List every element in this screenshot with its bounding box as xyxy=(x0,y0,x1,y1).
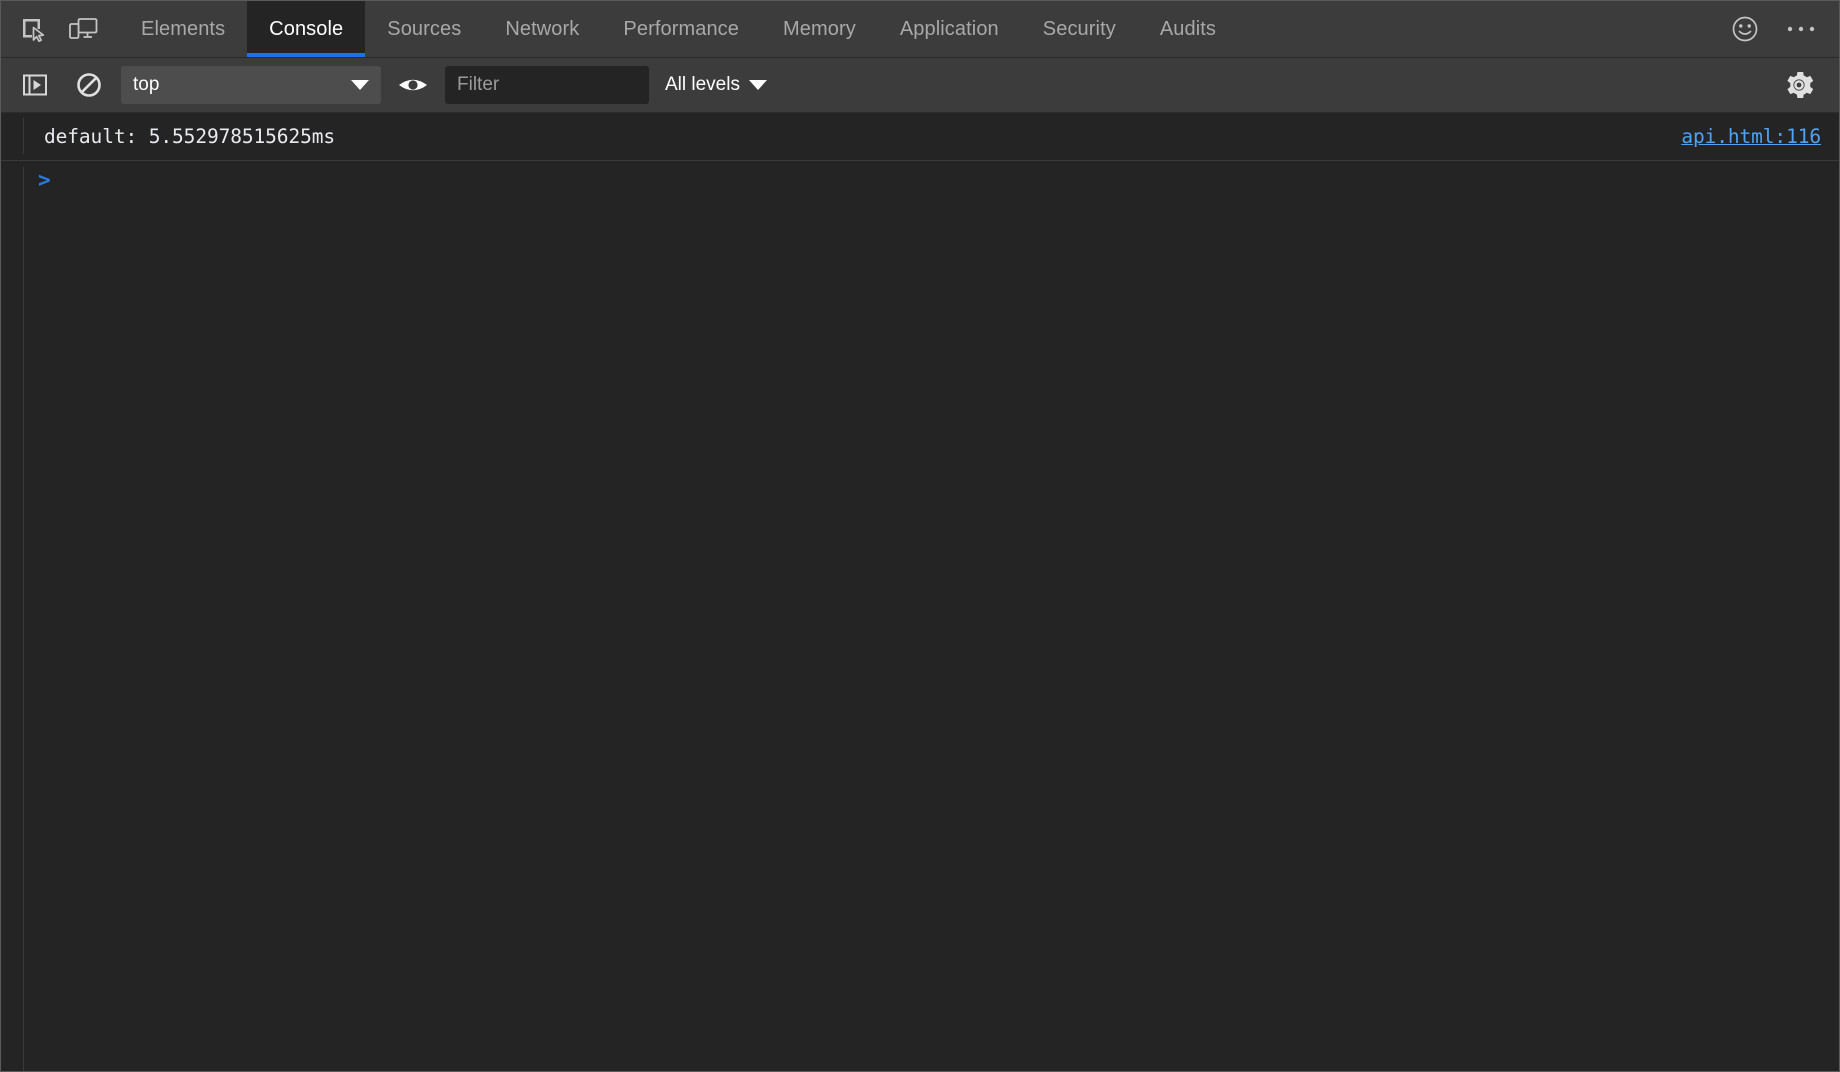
tab-label: Elements xyxy=(141,17,226,40)
tabbar-tool-icons xyxy=(1,1,105,57)
tab-label: Memory xyxy=(783,17,856,40)
tab-label: Sources xyxy=(387,17,462,40)
log-levels-dropdown[interactable]: All levels xyxy=(659,74,773,96)
tab-memory[interactable]: Memory xyxy=(761,1,878,57)
filter-input[interactable] xyxy=(445,66,649,104)
console-empty-area xyxy=(1,205,1839,1071)
tab-audits[interactable]: Audits xyxy=(1138,1,1238,57)
message-gutter xyxy=(1,118,24,154)
chevron-down-icon xyxy=(748,80,767,90)
devtools-window: Elements Console Sources Network Perform… xyxy=(0,0,1840,1072)
device-toolbar-icon[interactable] xyxy=(61,9,105,49)
tab-console[interactable]: Console xyxy=(247,1,366,57)
clear-console-icon[interactable] xyxy=(67,65,111,105)
gear-icon[interactable] xyxy=(1777,65,1821,105)
tab-application[interactable]: Application xyxy=(878,1,1021,57)
tab-sources[interactable]: Sources xyxy=(365,1,483,57)
console-message-source-link[interactable]: api.html:116 xyxy=(1681,125,1839,148)
console-body: default: 5.552978515625ms api.html:116 > xyxy=(1,113,1839,1071)
console-sidebar-toggle-icon[interactable] xyxy=(13,65,57,105)
tab-label: Application xyxy=(899,17,999,40)
prompt-gutter xyxy=(1,167,24,205)
console-prompt-row[interactable]: > xyxy=(1,161,1839,205)
tab-label: Audits xyxy=(1159,17,1217,40)
chevron-down-icon xyxy=(351,80,369,90)
console-gutter-strip xyxy=(1,205,24,1071)
execution-context-select[interactable]: top xyxy=(121,66,381,104)
tab-label: Performance xyxy=(623,17,739,40)
console-toolbar-right xyxy=(1777,65,1827,105)
tab-performance[interactable]: Performance xyxy=(601,1,761,57)
tab-label: Security xyxy=(1042,17,1116,40)
inspect-element-icon[interactable] xyxy=(11,9,55,49)
more-options-icon[interactable] xyxy=(1779,9,1823,49)
prompt-chevron-icon: > xyxy=(38,168,51,192)
execution-context-value: top xyxy=(133,74,160,95)
smiley-face-icon[interactable] xyxy=(1723,9,1767,49)
tab-label: Network xyxy=(505,17,580,40)
live-expression-eye-icon[interactable] xyxy=(391,65,435,105)
tab-label: Console xyxy=(269,17,344,40)
tabbar-tabs: Elements Console Sources Network Perform… xyxy=(119,1,1238,57)
log-levels-label: All levels xyxy=(665,74,740,95)
console-message-text: default: 5.552978515625ms xyxy=(44,124,335,148)
tab-network[interactable]: Network xyxy=(483,1,601,57)
tab-security[interactable]: Security xyxy=(1021,1,1138,57)
console-message-row[interactable]: default: 5.552978515625ms api.html:116 xyxy=(1,113,1839,161)
devtools-tabbar: Elements Console Sources Network Perform… xyxy=(1,1,1839,58)
tab-elements[interactable]: Elements xyxy=(119,1,247,57)
console-toolbar: top All levels xyxy=(1,58,1839,113)
tabbar-right-controls xyxy=(1723,1,1839,57)
